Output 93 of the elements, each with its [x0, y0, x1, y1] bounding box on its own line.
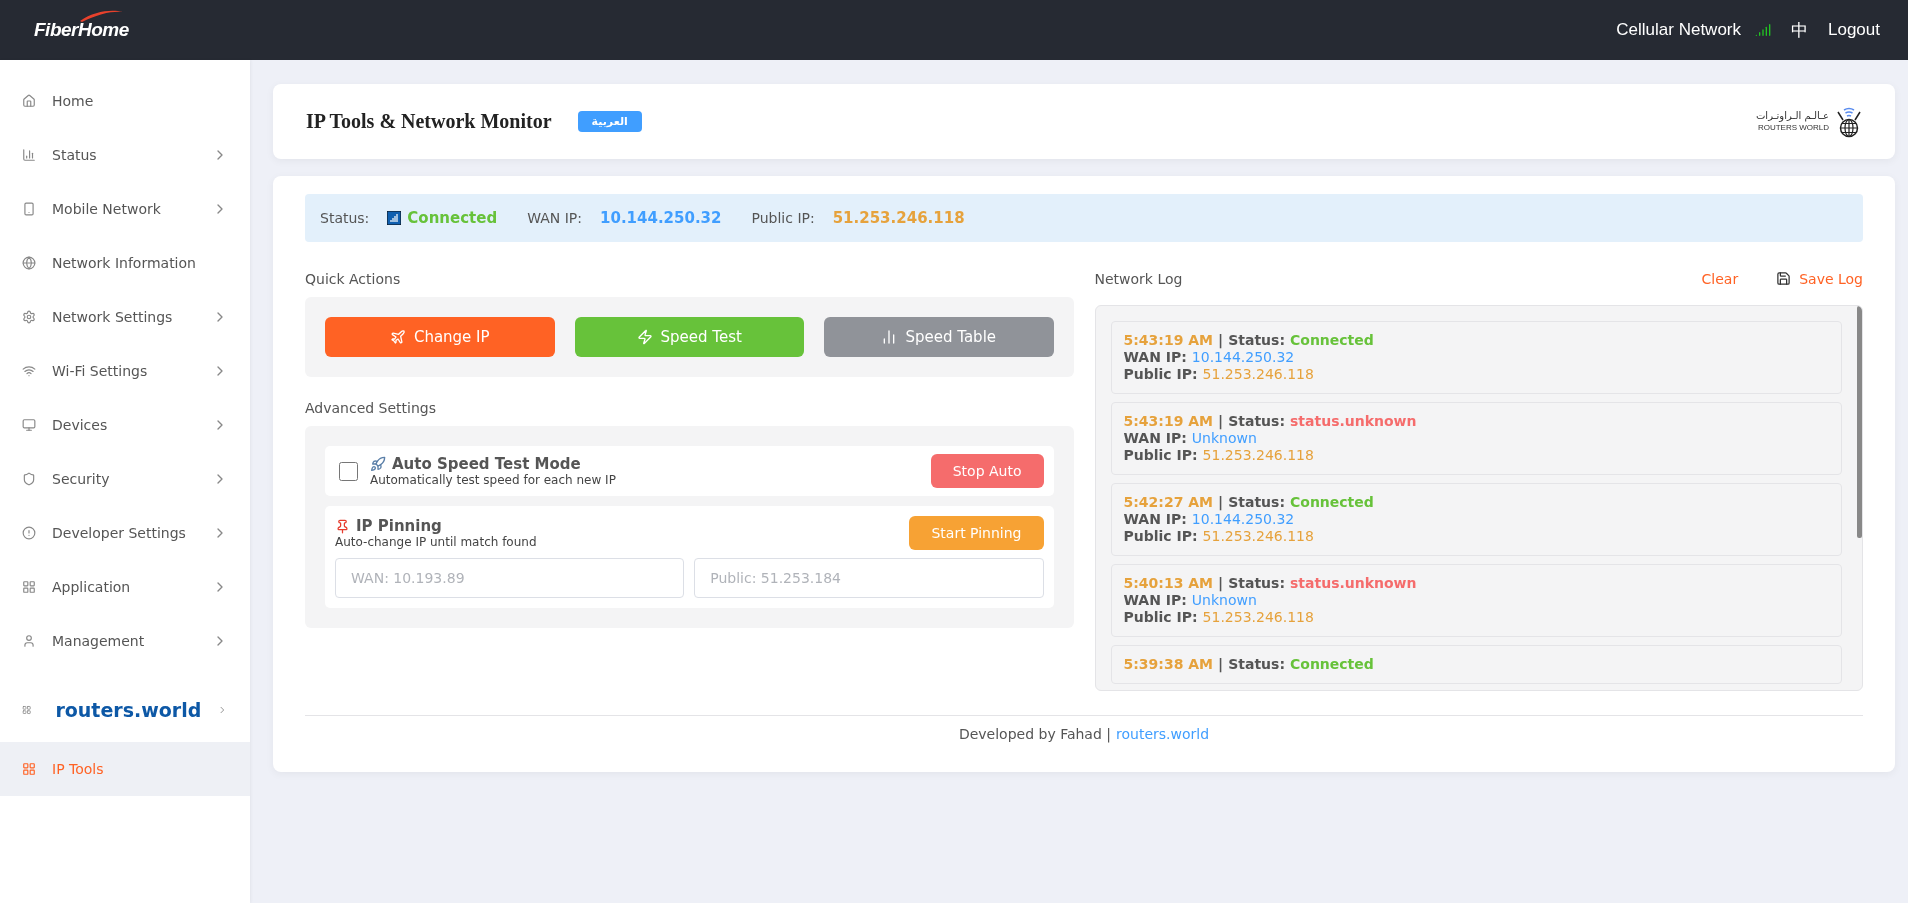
- sidebar-item[interactable]: Status: [0, 128, 250, 182]
- log-status-label: Status:: [1228, 494, 1285, 511]
- ip-pinning-description: Auto-change IP until match found: [335, 535, 538, 549]
- menu-icon: [22, 472, 36, 486]
- ip-pinning-title: IP Pinning: [335, 517, 910, 535]
- menu-icon: [22, 634, 36, 648]
- log-wan-label: WAN IP:: [1123, 349, 1187, 366]
- sidebar-item[interactable]: Mobile Network: [0, 182, 250, 236]
- log-wan-label: WAN IP:: [1123, 511, 1187, 528]
- separator: |: [1218, 413, 1224, 430]
- menu-icon: [22, 364, 36, 378]
- log-wan-value: 10.144.250.32: [1191, 349, 1295, 366]
- brand-arabic-text: عـالـم الـراوتـرات: [1755, 110, 1829, 122]
- logout-link[interactable]: Logout: [1828, 20, 1880, 40]
- log-wan-value: Unknown: [1191, 592, 1257, 609]
- log-wan-label: WAN IP:: [1123, 592, 1187, 609]
- footer-text: Developed by Fahad |: [958, 726, 1111, 742]
- log-public-label: Public IP:: [1123, 609, 1198, 626]
- log-status-label: Status:: [1228, 332, 1285, 349]
- save-icon: [1776, 271, 1792, 286]
- log-wan-label: WAN IP:: [1123, 430, 1187, 447]
- sidebar-item[interactable]: Developer Settings: [0, 506, 250, 560]
- language-link[interactable]: 中: [1791, 18, 1808, 42]
- log-public-label: Public IP:: [1123, 366, 1198, 383]
- sidebar-item[interactable]: Devices: [0, 398, 250, 452]
- log-public-value: 51.253.246.118: [1202, 609, 1314, 626]
- log-public-value: 51.253.246.118: [1202, 366, 1314, 383]
- log-status-value: status.unknown: [1290, 575, 1417, 592]
- menu-icon: [22, 762, 36, 776]
- auto-speed-description: Automatically test speed for each new IP: [370, 473, 617, 487]
- public-ip-label: Public IP:: [751, 210, 815, 226]
- log-status-label: Status:: [1228, 656, 1285, 673]
- menu-icon: [22, 256, 36, 270]
- status-value: Connected: [407, 209, 498, 227]
- button-icon: [636, 329, 653, 345]
- menu-icon: [22, 148, 36, 162]
- log-time: 5:43:19 AM: [1123, 413, 1214, 430]
- sidebar-item[interactable]: Network Information: [0, 236, 250, 290]
- log-status-label: Status:: [1228, 575, 1285, 592]
- network-type: Cellular Network: [1616, 20, 1741, 40]
- log-status-value: status.unknown: [1290, 413, 1417, 430]
- status-label: Status:: [320, 210, 370, 226]
- scrollbar[interactable]: [1857, 306, 1862, 538]
- log-time: 5:42:27 AM: [1123, 494, 1214, 511]
- globe-antenna-icon: [1835, 105, 1863, 138]
- log-status-value: Connected: [1290, 332, 1374, 349]
- sidebar-item[interactable]: Management: [0, 614, 250, 668]
- sidebar-item[interactable]: Network Settings: [0, 290, 250, 344]
- log-public-label: Public IP:: [1123, 528, 1198, 545]
- sidebar-item[interactable]: Home: [0, 74, 250, 128]
- log-wan-value: Unknown: [1191, 430, 1257, 447]
- auto-speed-title: Auto Speed Test Mode: [370, 455, 919, 473]
- section-heading: Quick Actions: [305, 269, 402, 289]
- separator: |: [1218, 332, 1224, 349]
- sidebar-item[interactable]: Wi-Fi Settings: [0, 344, 250, 398]
- log-time: 5:39:38 AM: [1123, 656, 1214, 673]
- log-status-value: Connected: [1290, 494, 1374, 511]
- menu-icon: [22, 580, 36, 594]
- log-public-label: Public IP:: [1123, 447, 1198, 464]
- wan-ip-value: 10.144.250.32: [600, 209, 722, 227]
- button-icon: [389, 329, 406, 345]
- section-heading: Advanced Settings: [305, 398, 438, 418]
- log-time: 5:43:19 AM: [1123, 332, 1214, 349]
- separator: |: [1218, 656, 1224, 673]
- separator: |: [1218, 575, 1224, 592]
- log-public-value: 51.253.246.118: [1202, 447, 1314, 464]
- wan-ip-label: WAN IP:: [527, 210, 583, 226]
- log-public-value: 51.253.246.118: [1202, 528, 1314, 545]
- menu-icon: [22, 418, 36, 432]
- sidebar-item[interactable]: routers.world: [0, 678, 250, 742]
- public-ip-value: 51.253.246.118: [832, 209, 965, 227]
- logo: FiberHome: [34, 19, 129, 41]
- menu-icon: [22, 703, 32, 717]
- sidebar-item[interactable]: Security: [0, 452, 250, 506]
- page-title: IP Tools & Network Monitor: [306, 110, 552, 133]
- auto-speed-checkbox[interactable]: [339, 461, 358, 481]
- separator: |: [1218, 494, 1224, 511]
- wan-input-field[interactable]: WAN: 10.193.89: [335, 558, 685, 598]
- public-input-field[interactable]: Public: 51.253.184: [694, 558, 1044, 598]
- menu-icon: [22, 526, 36, 540]
- brand-text: ROUTERS WORLD: [1757, 122, 1829, 133]
- menu-icon: [22, 202, 36, 216]
- pin-icon: [335, 518, 350, 534]
- log-wan-value: 10.144.250.32: [1191, 511, 1295, 528]
- log-status-label: Status:: [1228, 413, 1285, 430]
- menu-icon: [22, 94, 36, 108]
- log-time: 5:40:13 AM: [1123, 575, 1214, 592]
- log-status-value: Connected: [1290, 656, 1374, 673]
- sidebar-item[interactable]: Application: [0, 560, 250, 614]
- menu-icon: [22, 310, 36, 324]
- rocket-icon: [370, 456, 386, 472]
- section-heading: Network Log: [1094, 270, 1183, 287]
- signal-bars-icon: [387, 211, 402, 225]
